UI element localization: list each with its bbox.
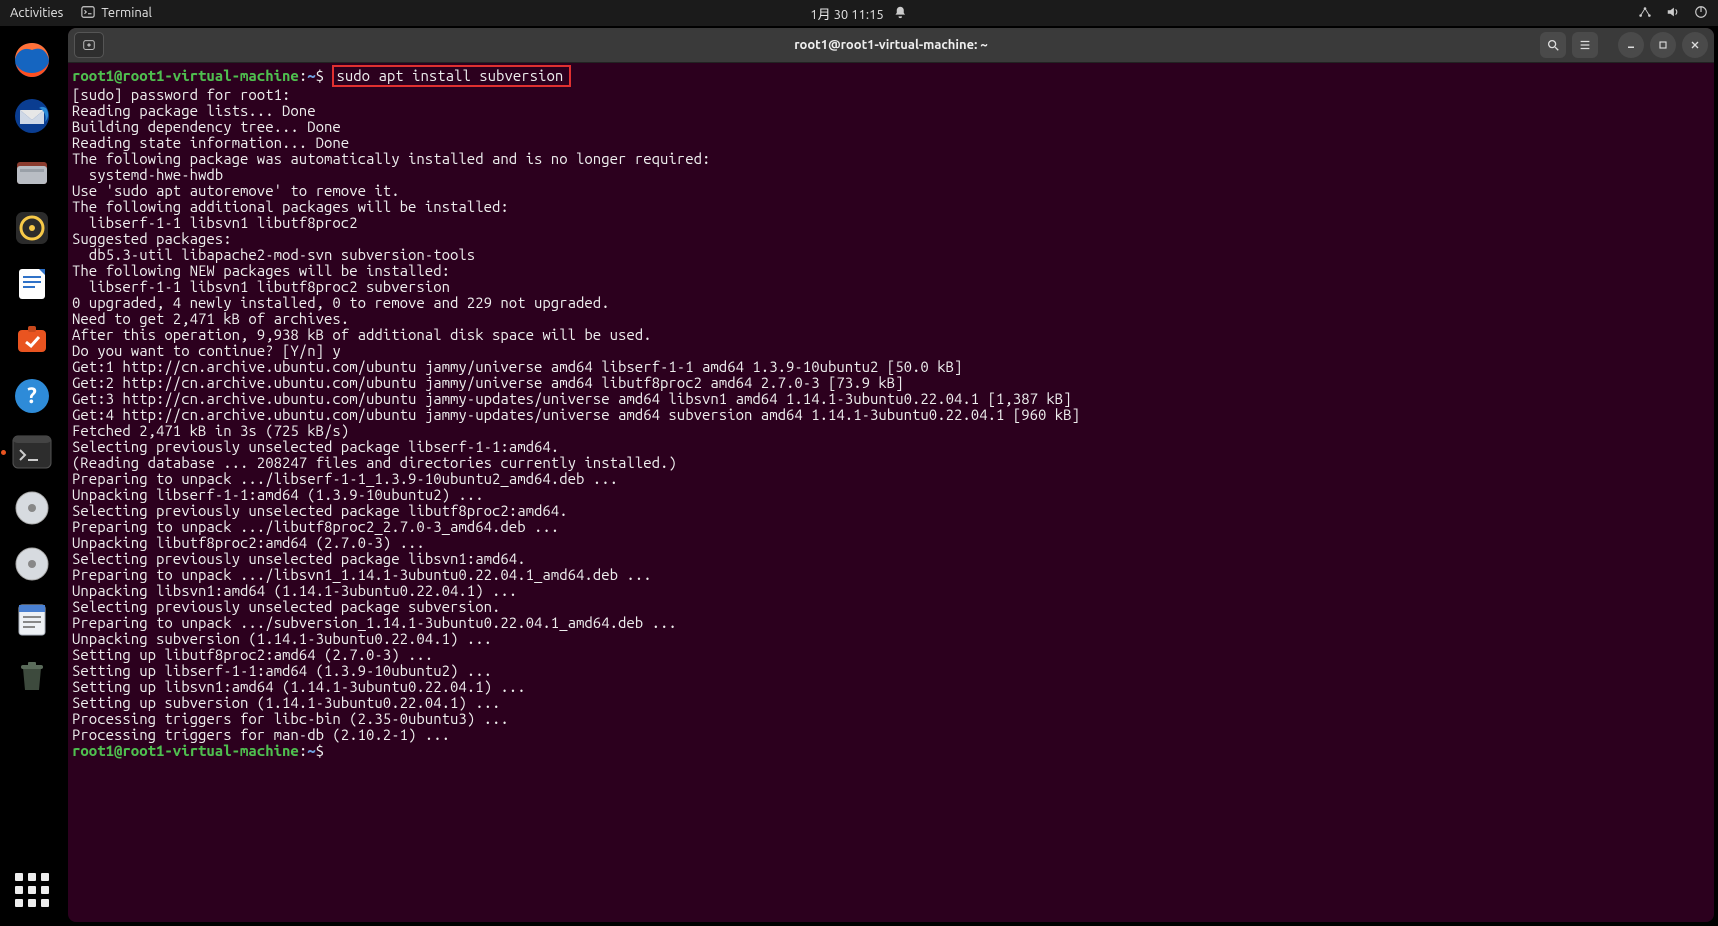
network-icon[interactable] (1638, 5, 1652, 22)
hamburger-menu-button[interactable] (1572, 32, 1598, 58)
dock-thunderbird[interactable] (8, 92, 56, 140)
window-title: root1@root1-virtual-machine: ~ (68, 38, 1714, 52)
prompt-user-host: root1@root1-virtual-machine (72, 67, 299, 84)
terminal-line: Unpacking libserf-1-1:amd64 (1.3.9-10ubu… (72, 487, 1710, 503)
apps-grid-icon (11, 869, 53, 911)
dock: ? Show Applications (0, 26, 64, 926)
prompt-user-host: root1@root1-virtual-machine (72, 742, 299, 759)
app-menu-terminal[interactable]: Terminal (81, 5, 152, 22)
svg-text:?: ? (27, 383, 37, 408)
terminal-line: Reading state information... Done (72, 135, 1710, 151)
window-maximize-button[interactable] (1650, 32, 1676, 58)
terminal-line: Setting up libutf8proc2:amd64 (2.7.0-3) … (72, 647, 1710, 663)
terminal-line: Selecting previously unselected package … (72, 503, 1710, 519)
activities-button[interactable]: Activities (10, 6, 63, 20)
terminal-line: Selecting previously unselected package … (72, 439, 1710, 455)
prompt-symbol: $ (316, 742, 324, 759)
dock-files[interactable] (8, 148, 56, 196)
clock[interactable]: 1月 30 11:15 (810, 4, 883, 23)
terminal-line: Get:1 http://cn.archive.ubuntu.com/ubunt… (72, 359, 1710, 375)
search-button[interactable] (1540, 32, 1566, 58)
terminal-line: libserf-1-1 libsvn1 libutf8proc2 (72, 215, 1710, 231)
window-minimize-button[interactable] (1618, 32, 1644, 58)
terminal-line: Unpacking subversion (1.14.1-3ubuntu0.22… (72, 631, 1710, 647)
terminal-line: Preparing to unpack .../libserf-1-1_1.3.… (72, 471, 1710, 487)
dock-libreoffice-writer[interactable] (8, 260, 56, 308)
dock-terminal[interactable] (8, 428, 56, 476)
prompt-sep: : (299, 67, 307, 84)
terminal-line: Do you want to continue? [Y/n] y (72, 343, 1710, 359)
terminal-line: Preparing to unpack .../subversion_1.14.… (72, 615, 1710, 631)
prompt-path: ~ (307, 67, 315, 84)
terminal-line: root1@root1-virtual-machine:~$ sudo apt … (72, 65, 1710, 87)
terminal-line: Get:4 http://cn.archive.ubuntu.com/ubunt… (72, 407, 1710, 423)
terminal-line: Selecting previously unselected package … (72, 599, 1710, 615)
terminal-line: db5.3-util libapache2-mod-svn subversion… (72, 247, 1710, 263)
terminal-line: Need to get 2,471 kB of archives. (72, 311, 1710, 327)
dock-rhythmbox[interactable] (8, 204, 56, 252)
terminal-line: The following package was automatically … (72, 151, 1710, 167)
dock-todo[interactable] (8, 596, 56, 644)
dock-disc-2[interactable] (8, 540, 56, 588)
terminal-icon (81, 5, 95, 22)
highlighted-command: sudo apt install subversion (332, 65, 571, 87)
terminal-line: Setting up libserf-1-1:amd64 (1.3.9-10ub… (72, 663, 1710, 679)
gnome-top-bar: Activities Terminal 1月 30 11:15 (0, 0, 1718, 26)
dock-trash[interactable] (8, 652, 56, 700)
terminal-line: After this operation, 9,938 kB of additi… (72, 327, 1710, 343)
terminal-titlebar: root1@root1-virtual-machine: ~ (68, 28, 1714, 63)
terminal-line: Preparing to unpack .../libutf8proc2_2.7… (72, 519, 1710, 535)
terminal-line: Get:3 http://cn.archive.ubuntu.com/ubunt… (72, 391, 1710, 407)
terminal-line: [sudo] password for root1: (72, 87, 1710, 103)
terminal-line: systemd-hwe-hwdb (72, 167, 1710, 183)
app-menu-label: Terminal (101, 6, 152, 20)
terminal-line: Suggested packages: (72, 231, 1710, 247)
terminal-line: (Reading database ... 208247 files and d… (72, 455, 1710, 471)
prompt-sep: : (299, 742, 307, 759)
terminal-line: The following additional packages will b… (72, 199, 1710, 215)
terminal-line: Setting up libsvn1:amd64 (1.14.1-3ubuntu… (72, 679, 1710, 695)
prompt-symbol: $ (316, 67, 324, 84)
volume-icon[interactable] (1666, 5, 1680, 22)
terminal-line: Processing triggers for libc-bin (2.35-0… (72, 711, 1710, 727)
terminal-body[interactable]: root1@root1-virtual-machine:~$ sudo apt … (68, 63, 1714, 922)
terminal-line: 0 upgraded, 4 newly installed, 0 to remo… (72, 295, 1710, 311)
terminal-line: Building dependency tree... Done (72, 119, 1710, 135)
terminal-line: Unpacking libsvn1:amd64 (1.14.1-3ubuntu0… (72, 583, 1710, 599)
terminal-window: root1@root1-virtual-machine: ~ root1@roo… (68, 28, 1714, 922)
terminal-line: Unpacking libutf8proc2:amd64 (2.7.0-3) .… (72, 535, 1710, 551)
terminal-line: Selecting previously unselected package … (72, 551, 1710, 567)
terminal-line: Use 'sudo apt autoremove' to remove it. (72, 183, 1710, 199)
show-applications-button[interactable] (8, 866, 56, 914)
prompt-path: ~ (307, 742, 315, 759)
terminal-line: Reading package lists... Done (72, 103, 1710, 119)
terminal-line: libserf-1-1 libsvn1 libutf8proc2 subvers… (72, 279, 1710, 295)
terminal-line: Fetched 2,471 kB in 3s (725 kB/s) (72, 423, 1710, 439)
terminal-line: root1@root1-virtual-machine:~$ (72, 743, 1710, 759)
dock-help[interactable]: ? (8, 372, 56, 420)
terminal-line: Get:2 http://cn.archive.ubuntu.com/ubunt… (72, 375, 1710, 391)
terminal-line: Setting up subversion (1.14.1-3ubuntu0.2… (72, 695, 1710, 711)
dock-ubuntu-software[interactable] (8, 316, 56, 364)
dock-firefox[interactable] (8, 36, 56, 84)
terminal-line: Processing triggers for man-db (2.10.2-1… (72, 727, 1710, 743)
dock-disc-1[interactable] (8, 484, 56, 532)
new-tab-button[interactable] (74, 32, 104, 58)
terminal-line: Preparing to unpack .../libsvn1_1.14.1-3… (72, 567, 1710, 583)
power-icon[interactable] (1694, 5, 1708, 22)
terminal-line: The following NEW packages will be insta… (72, 263, 1710, 279)
notifications-icon[interactable] (894, 5, 908, 22)
window-close-button[interactable] (1682, 32, 1708, 58)
